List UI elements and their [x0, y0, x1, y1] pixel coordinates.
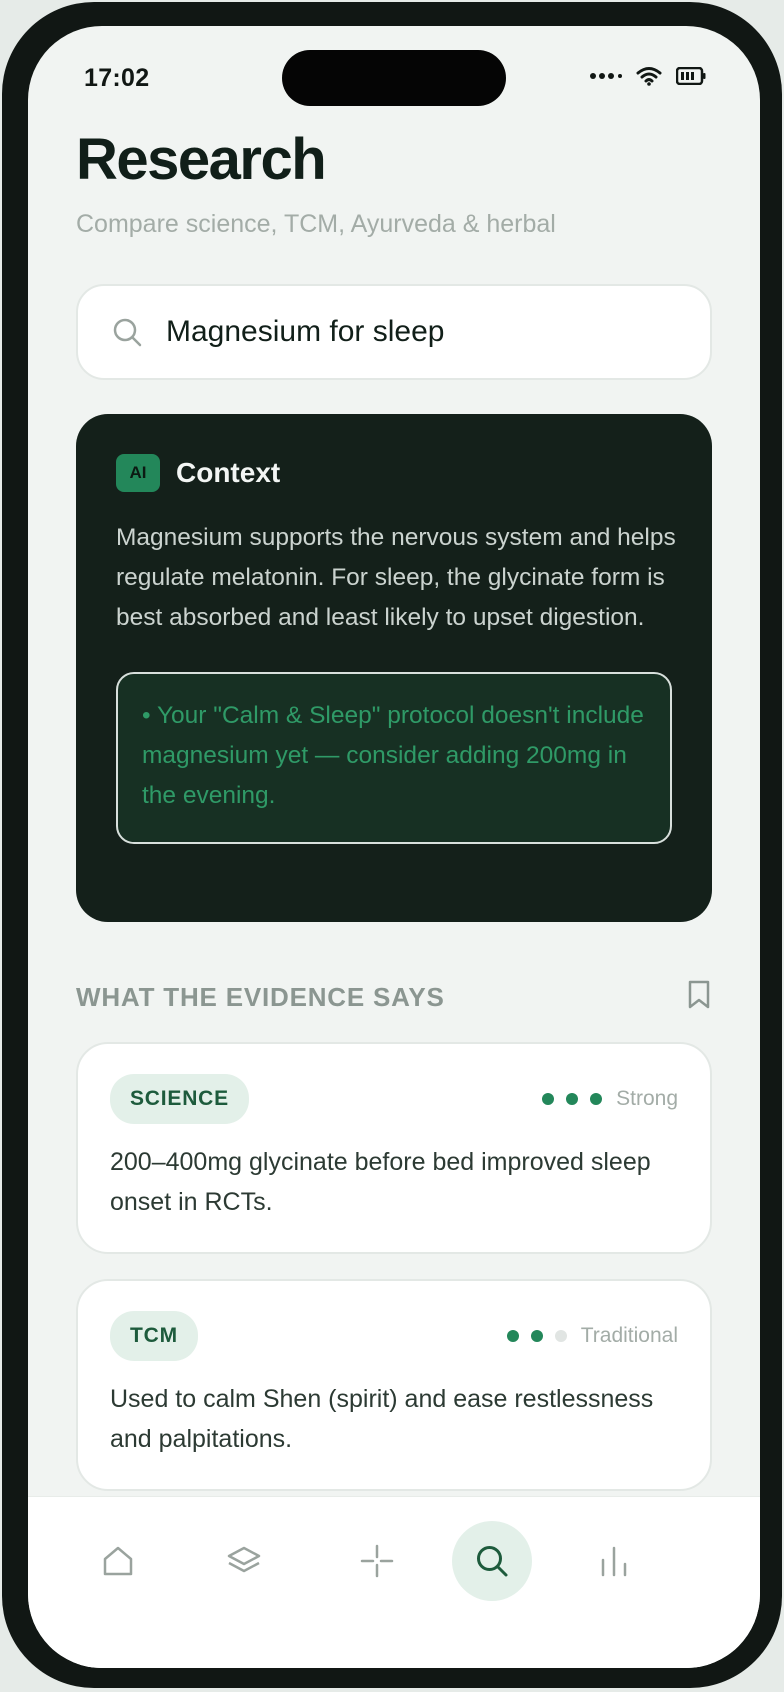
search-bar[interactable] — [76, 284, 712, 380]
ai-context-body: Magnesium supports the nervous system an… — [116, 524, 676, 631]
layers-icon — [227, 1546, 261, 1573]
status-icons — [590, 66, 706, 86]
evidence-text: 200–400mg glycinate before bed improved … — [110, 1148, 651, 1216]
tab-stats[interactable] — [574, 1521, 654, 1601]
rating-label: Strong — [616, 1087, 678, 1110]
evidence-section-title: WHAT THE EVIDENCE SAYS — [76, 982, 445, 1012]
evidence-tag: SCIENCE — [110, 1074, 249, 1124]
evidence-rating: Traditional — [495, 1324, 678, 1348]
rating-dot — [506, 1330, 519, 1342]
evidence-rating: Strong — [530, 1087, 678, 1111]
app-screen: 17:02 Research Compare science, TCM, Ayu… — [28, 26, 760, 1668]
bookmark-icon[interactable] — [686, 980, 712, 1010]
tab-home[interactable] — [78, 1521, 158, 1601]
tab-protocols[interactable] — [204, 1521, 284, 1601]
ai-context-card: AI Context Magnesium supports the nervou… — [76, 414, 712, 922]
page-title: Research — [76, 127, 327, 192]
rating-dot — [590, 1093, 603, 1105]
rating-label: Traditional — [580, 1324, 678, 1347]
cellular-dots-icon — [590, 73, 622, 79]
ai-context-title: Context — [176, 457, 281, 488]
search-icon — [477, 1546, 508, 1577]
evidence-card-tcm[interactable]: TCM Traditional Used to calm Shen (spiri… — [76, 1279, 712, 1491]
battery-icon — [676, 67, 706, 85]
rating-dot — [530, 1330, 543, 1342]
wifi-icon — [636, 67, 662, 86]
ai-context-header: AI Context — [116, 454, 672, 492]
rating-dot — [542, 1093, 555, 1105]
evidence-tag: TCM — [110, 1311, 198, 1361]
page-subtitle: Compare science, TCM, Ayurveda & herbal — [76, 210, 556, 238]
evidence-text: Used to calm Shen (spirit) and ease rest… — [110, 1385, 654, 1453]
tab-ai[interactable] — [337, 1521, 417, 1601]
evidence-card-science[interactable]: SCIENCE Strong 200–400mg glycinate befor… — [76, 1042, 712, 1254]
phone-frame: 17:02 Research Compare science, TCM, Ayu… — [2, 2, 782, 1688]
search-input[interactable] — [166, 315, 646, 349]
sparkle-icon — [360, 1544, 394, 1578]
home-icon — [103, 1546, 133, 1576]
tab-research[interactable] — [452, 1521, 532, 1601]
ai-badge: AI — [116, 454, 160, 492]
ai-protocol-suggestion[interactable]: • Your "Calm & Sleep" protocol doesn't i… — [116, 672, 672, 844]
rating-dot-empty — [554, 1330, 567, 1342]
rating-dot — [566, 1093, 579, 1105]
bottom-tab-bar — [28, 1496, 760, 1668]
dynamic-island — [282, 50, 506, 106]
search-icon — [113, 318, 142, 347]
stats-icon — [601, 1546, 627, 1577]
status-time: 17:02 — [84, 64, 150, 92]
